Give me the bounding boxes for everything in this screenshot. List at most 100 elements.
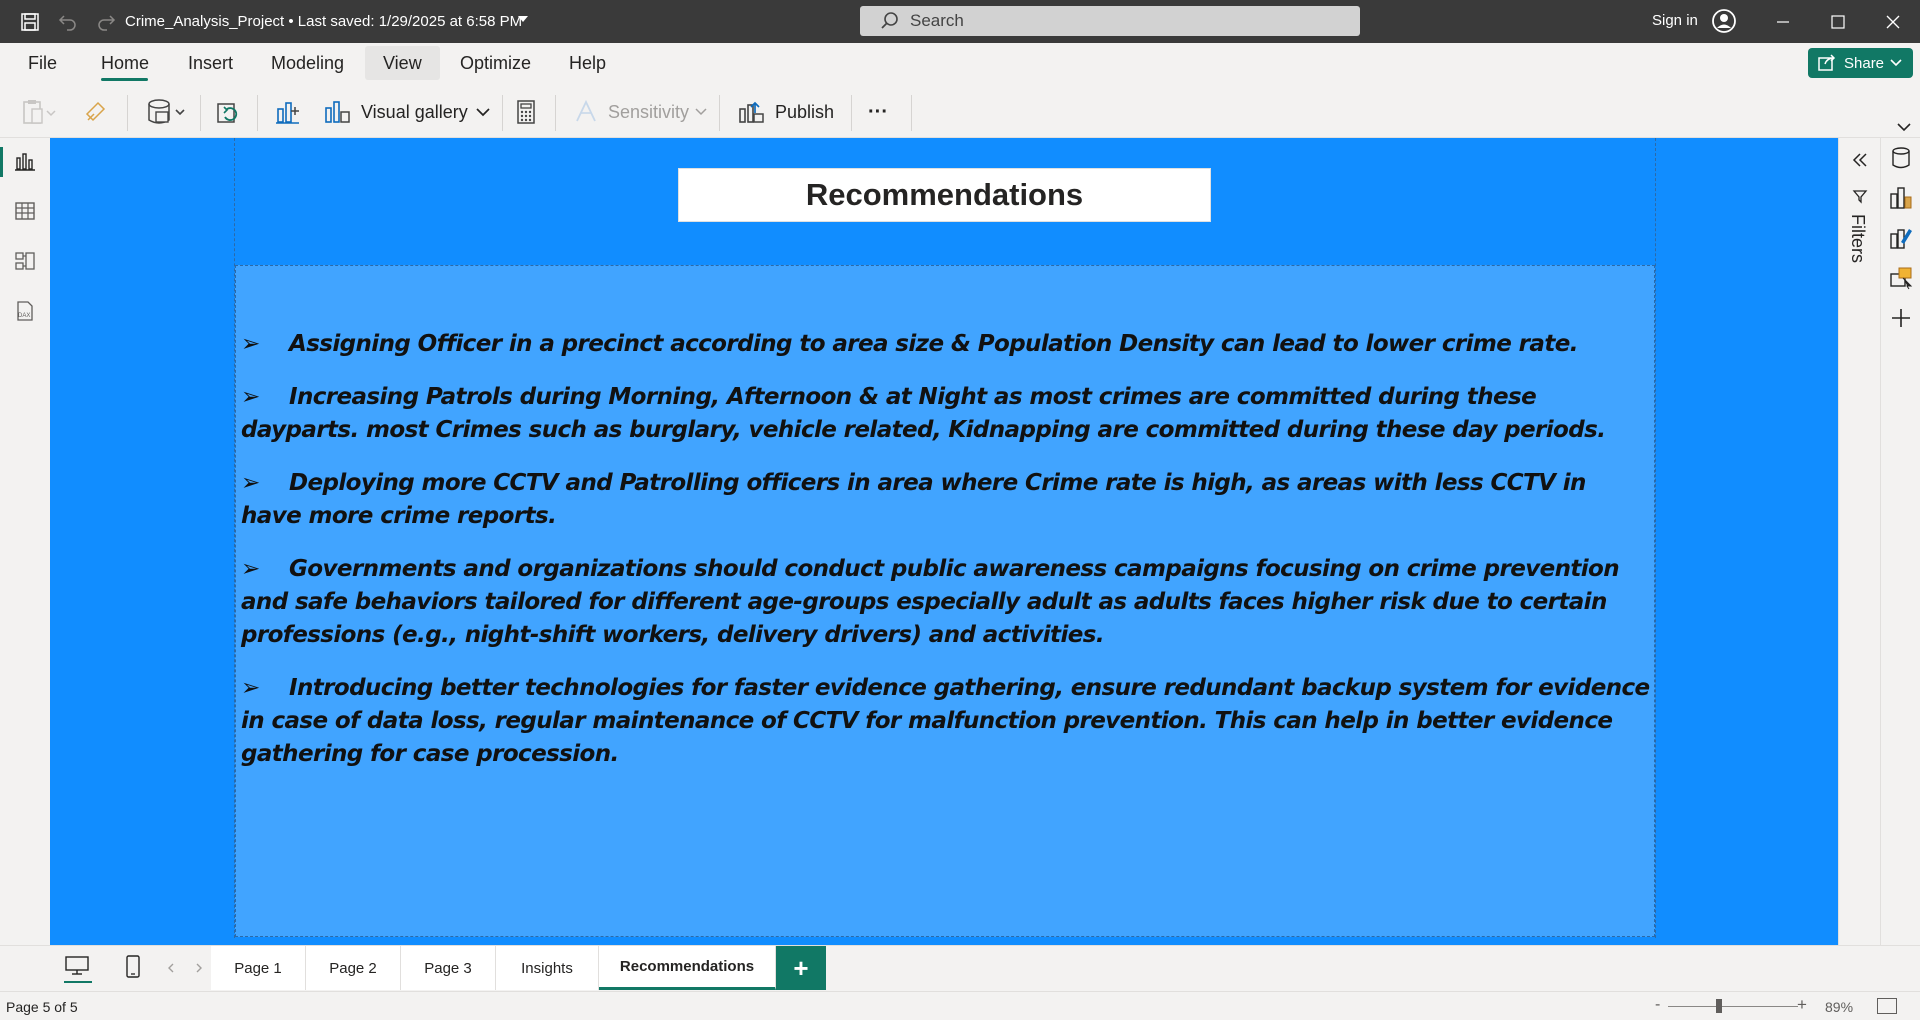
menu-optimize[interactable]: Optimize bbox=[460, 53, 531, 74]
recommendations-list: ➢ Assigning Officer in a precinct accordi… bbox=[241, 328, 1651, 791]
zoom-slider-thumb[interactable] bbox=[1715, 999, 1722, 1013]
expand-pane-icon[interactable] bbox=[1851, 152, 1869, 168]
format-painter-button[interactable] bbox=[84, 99, 108, 125]
active-menu-indicator bbox=[101, 78, 148, 81]
bullet-text: Governments and organizations should con… bbox=[241, 556, 1620, 648]
get-data-button[interactable] bbox=[146, 99, 188, 125]
bullet-text: Introducing better technologies for fast… bbox=[241, 675, 1650, 767]
menu-home[interactable]: Home bbox=[101, 53, 149, 74]
more-options-button[interactable]: ··· bbox=[868, 99, 888, 125]
dax-query-view-icon[interactable]: DAX bbox=[12, 298, 38, 324]
paste-button[interactable] bbox=[22, 99, 56, 125]
ribbon-separator bbox=[200, 95, 201, 131]
menu-file[interactable]: File bbox=[28, 53, 57, 74]
desktop-layout-icon[interactable] bbox=[64, 955, 92, 983]
page-tabs-bar: Page 1 Page 2 Page 3 Insights Recommenda… bbox=[0, 945, 1920, 991]
minimize-icon[interactable] bbox=[1772, 11, 1794, 33]
menu-view[interactable]: View bbox=[383, 53, 422, 74]
add-pane-icon[interactable] bbox=[1887, 304, 1915, 332]
visual-gallery-icon bbox=[325, 101, 350, 123]
new-measure-button[interactable] bbox=[515, 99, 537, 125]
maximize-icon[interactable] bbox=[1827, 11, 1849, 33]
bullet-text: Increasing Patrols during Morning, After… bbox=[241, 384, 1606, 443]
scroll-left-icon[interactable] bbox=[167, 963, 175, 973]
sign-in-link[interactable]: Sign in bbox=[1652, 12, 1698, 29]
bullet-text: Assigning Officer in a precinct accordin… bbox=[289, 331, 1578, 357]
share-label: Share bbox=[1844, 54, 1885, 72]
chevron-down-icon[interactable] bbox=[518, 16, 528, 22]
report-view-icon[interactable] bbox=[12, 148, 38, 174]
ribbon-separator bbox=[851, 95, 852, 131]
filter-icon[interactable] bbox=[1852, 188, 1868, 204]
database-icon bbox=[148, 99, 185, 124]
tab-recommendations[interactable]: Recommendations bbox=[599, 946, 776, 990]
calculator-icon bbox=[517, 100, 535, 124]
refresh-button[interactable] bbox=[215, 99, 241, 125]
chevron-down-icon bbox=[476, 107, 490, 116]
publish-button[interactable]: Publish bbox=[737, 99, 834, 125]
publish-icon bbox=[739, 101, 764, 123]
save-icon[interactable] bbox=[18, 10, 42, 34]
ribbon-separator bbox=[127, 95, 128, 131]
ribbon-separator bbox=[911, 95, 912, 131]
bullet-arrow-icon: ➢ bbox=[241, 675, 260, 701]
view-switcher: DAX bbox=[0, 138, 50, 945]
data-pane-icon[interactable] bbox=[1887, 144, 1915, 172]
ribbon: Visual gallery Sensitivity Publish ··· bbox=[0, 83, 1920, 138]
visual-gallery-label: Visual gallery bbox=[361, 101, 468, 122]
zoom-level[interactable]: 89% bbox=[1825, 999, 1853, 1015]
ribbon-separator bbox=[555, 95, 556, 131]
list-item: ➢ Introducing better technologies for fas… bbox=[241, 672, 1651, 771]
sensitivity-button[interactable]: Sensitivity bbox=[574, 99, 707, 125]
active-view-indicator bbox=[0, 147, 3, 177]
share-button[interactable]: Share bbox=[1808, 48, 1913, 78]
undo-icon[interactable] bbox=[56, 10, 80, 34]
tab-page-3[interactable]: Page 3 bbox=[401, 946, 496, 990]
tab-page-2[interactable]: Page 2 bbox=[306, 946, 401, 990]
chevron-down-icon bbox=[695, 108, 707, 116]
search-input[interactable]: Search bbox=[860, 6, 1360, 36]
bullet-arrow-icon: ➢ bbox=[241, 470, 260, 496]
close-icon[interactable] bbox=[1882, 11, 1904, 33]
page-title[interactable]: Recommendations bbox=[678, 168, 1211, 222]
bullet-text: Deploying more CCTV and Patrolling offic… bbox=[241, 470, 1586, 529]
menu-modeling[interactable]: Modeling bbox=[271, 53, 344, 74]
page-count: Page 5 of 5 bbox=[6, 999, 78, 1015]
zoom-in-button[interactable]: + bbox=[1797, 995, 1807, 1015]
avatar-icon[interactable] bbox=[1712, 9, 1736, 33]
fit-to-page-icon[interactable] bbox=[1877, 998, 1897, 1014]
refresh-icon bbox=[217, 103, 238, 123]
search-placeholder: Search bbox=[910, 11, 964, 30]
model-view-icon[interactable] bbox=[12, 248, 38, 274]
sensitivity-icon bbox=[576, 99, 596, 122]
visual-gallery-button[interactable]: Visual gallery bbox=[323, 99, 490, 125]
ribbon-separator bbox=[719, 95, 720, 131]
format-visual-icon[interactable] bbox=[1887, 224, 1915, 252]
selection-pane-icon[interactable] bbox=[1887, 264, 1915, 292]
table-view-icon[interactable] bbox=[12, 198, 38, 224]
tab-insights[interactable]: Insights bbox=[496, 946, 599, 990]
redo-icon[interactable] bbox=[94, 10, 118, 34]
list-item: ➢ Assigning Officer in a precinct accordi… bbox=[241, 328, 1651, 361]
add-page-button[interactable]: + bbox=[776, 946, 826, 990]
publish-label: Publish bbox=[775, 101, 835, 122]
new-visual-button[interactable] bbox=[275, 99, 301, 125]
scroll-right-icon[interactable] bbox=[195, 963, 203, 973]
ribbon-separator bbox=[257, 95, 258, 131]
list-item: ➢ Increasing Patrols during Morning, Afte… bbox=[241, 381, 1651, 447]
tab-page-1[interactable]: Page 1 bbox=[211, 946, 306, 990]
status-bar: Page 5 of 5 - + 89% bbox=[0, 991, 1920, 1020]
menu-help[interactable]: Help bbox=[569, 53, 606, 74]
share-icon bbox=[1818, 54, 1836, 71]
ribbon-separator bbox=[502, 95, 503, 131]
menu-insert[interactable]: Insert bbox=[188, 53, 233, 74]
clipboard-icon bbox=[23, 100, 56, 124]
zoom-slider-track[interactable] bbox=[1668, 1006, 1798, 1007]
zoom-out-button[interactable]: - bbox=[1655, 996, 1660, 1014]
search-icon bbox=[881, 12, 898, 29]
visualizations-pane-icon[interactable] bbox=[1887, 184, 1915, 212]
filters-pane-label[interactable]: Filters bbox=[1847, 214, 1868, 263]
mobile-layout-icon[interactable] bbox=[125, 955, 141, 984]
collapse-ribbon-icon[interactable] bbox=[1897, 123, 1911, 132]
document-title[interactable]: Crime_Analysis_Project • Last saved: 1/2… bbox=[125, 13, 522, 30]
